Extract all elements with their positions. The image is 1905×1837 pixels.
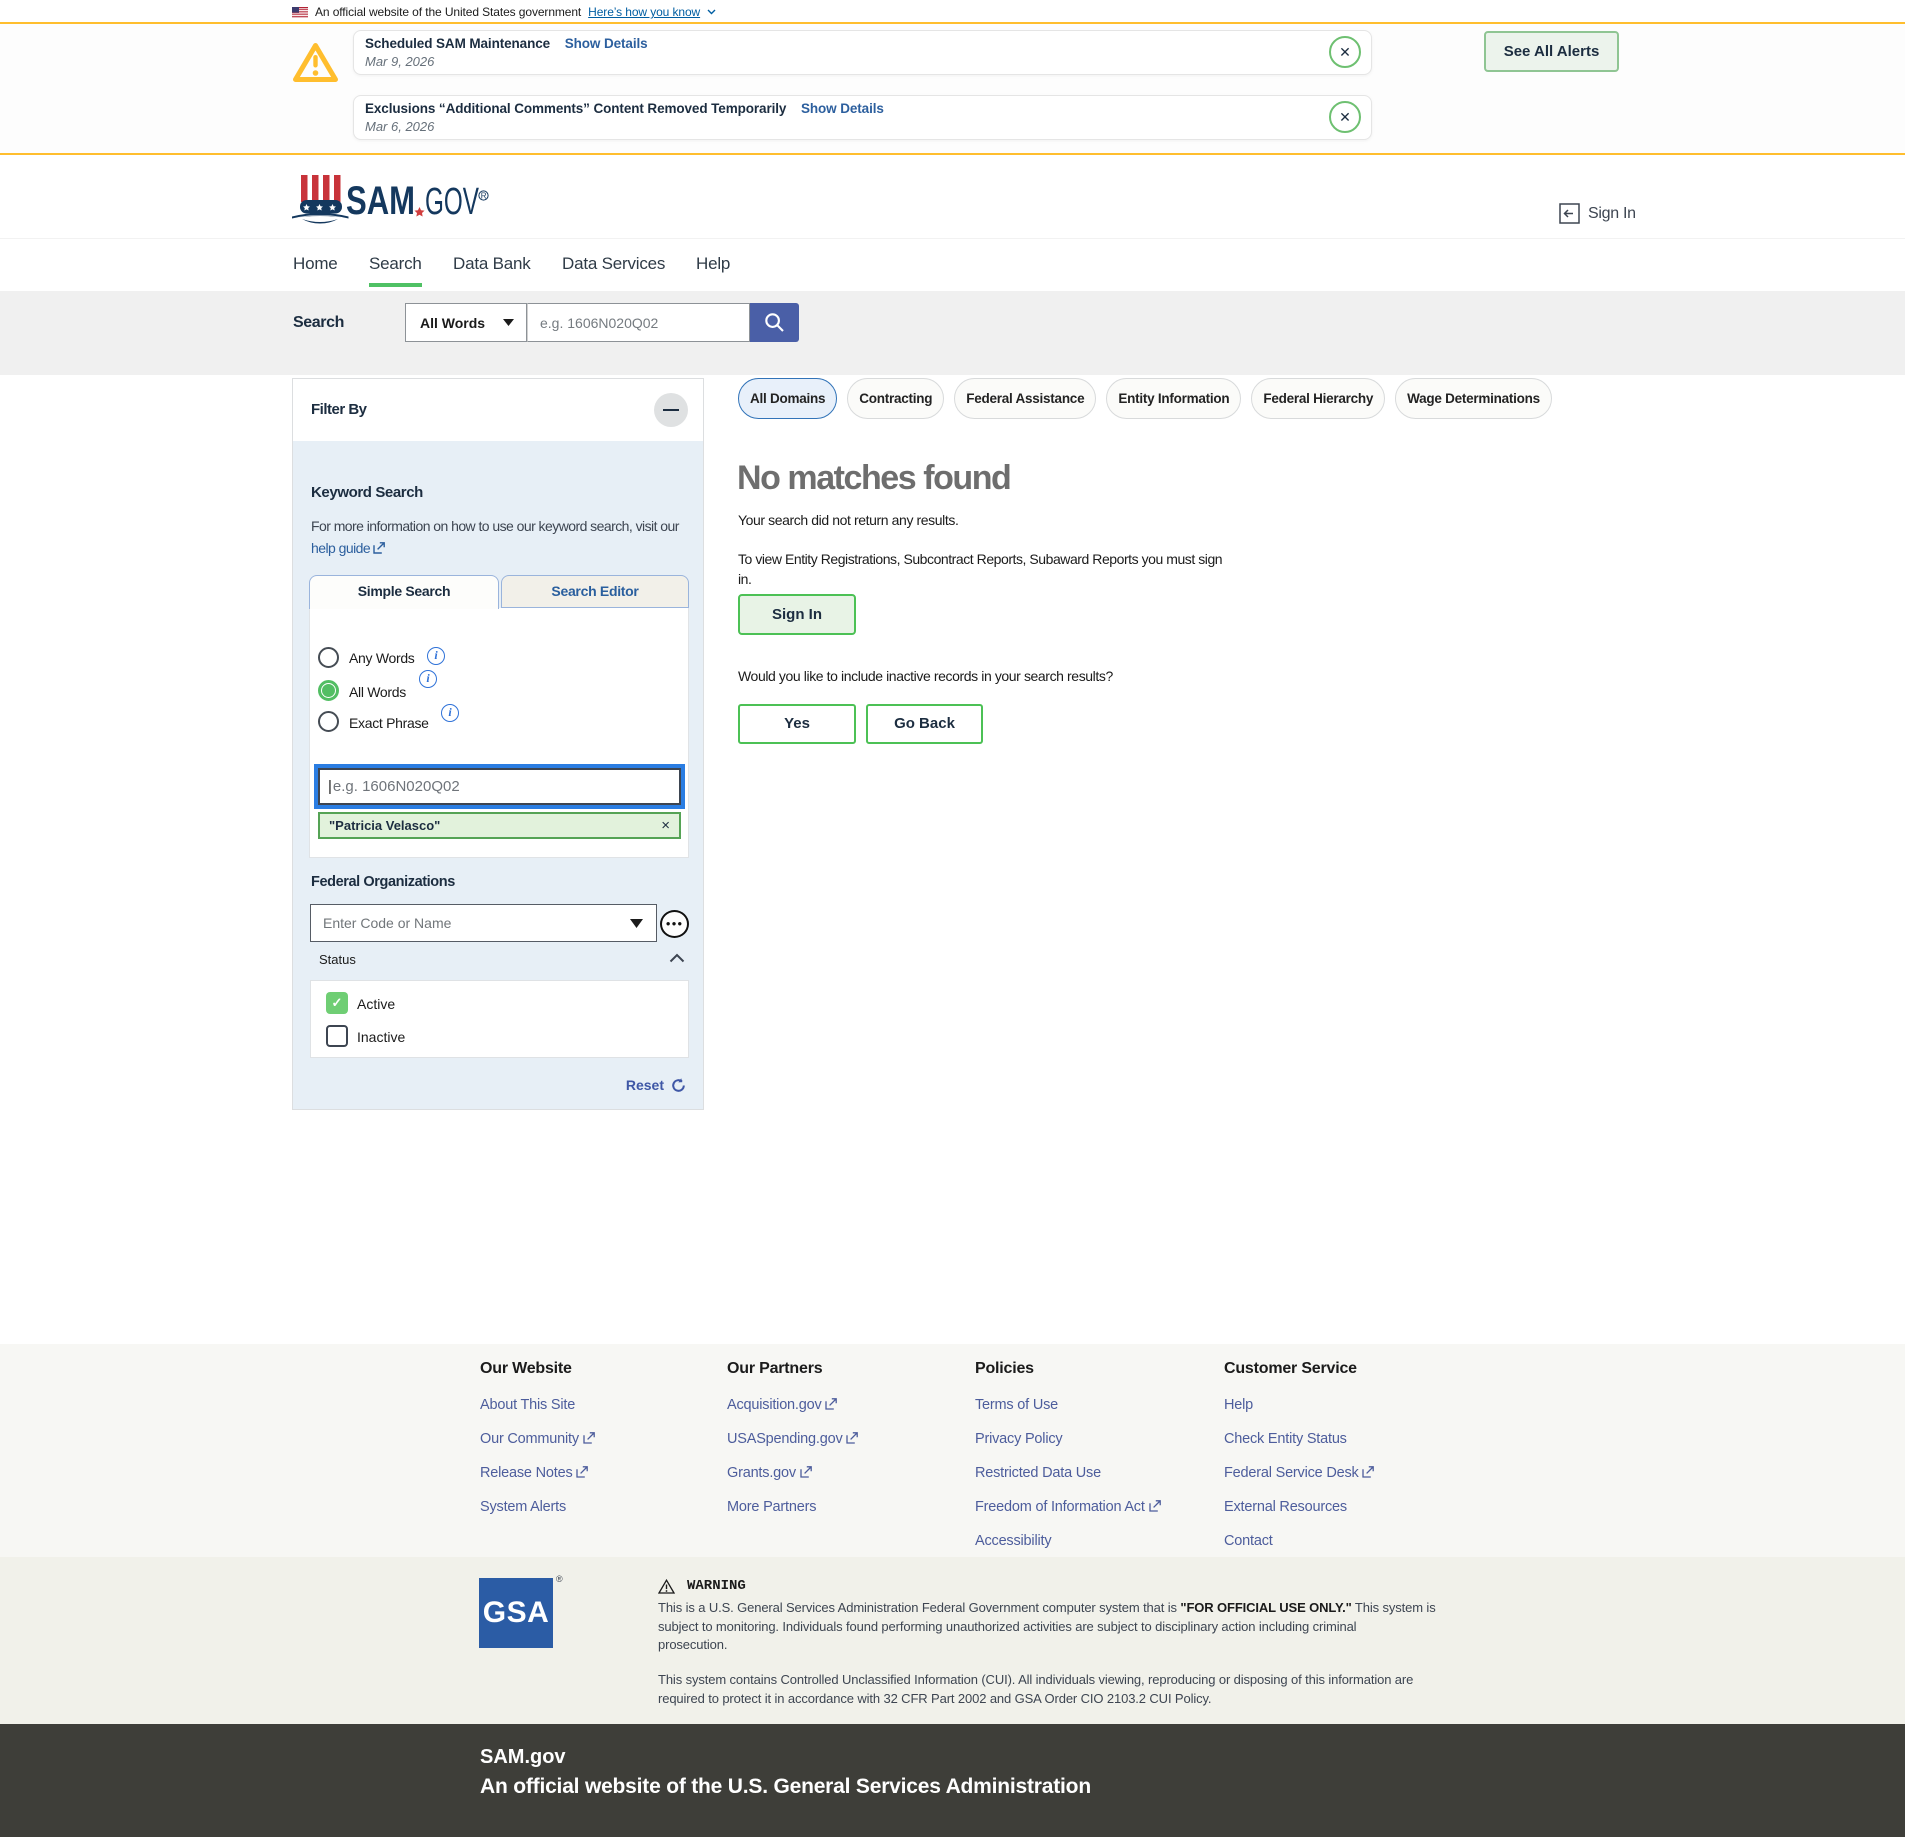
svg-text:SAM: SAM <box>346 179 415 223</box>
svg-text:GOV: GOV <box>425 181 479 223</box>
svg-text:R: R <box>481 192 487 201</box>
